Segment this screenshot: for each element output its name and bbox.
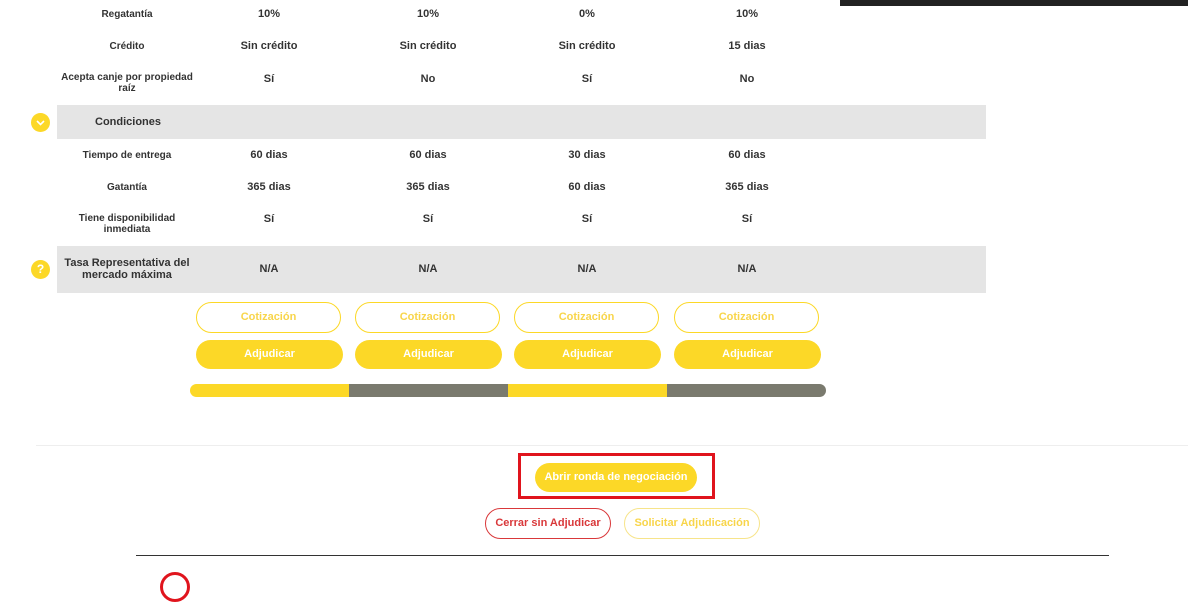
close-without-award-button[interactable]: Cerrar sin Adjudicar [485,508,611,539]
cell-value: 15 dias [728,40,766,52]
cell-value: No [739,73,755,85]
row-garantia: Gatantía 365 dias 365 dias 60 dias 365 d… [57,173,986,203]
cell-value: Sin crédito [399,40,457,52]
award-button[interactable]: Adjudicar [196,340,343,369]
row-label: Acepta canje por propiedad raíz [61,72,193,94]
status-segment [508,384,667,397]
cell-value: 60 dias [728,149,766,161]
question-icon[interactable]: ? [31,260,50,279]
status-segment [349,384,508,397]
cell-value: N/A [577,263,597,275]
cell-value: Sí [263,73,275,85]
quote-button[interactable]: Cotización [196,302,341,333]
row-label: Tiene disponibilidad inmediata [78,213,176,235]
cell-value: Sí [581,213,593,225]
award-button[interactable]: Adjudicar [674,340,821,369]
cell-value: 30 dias [568,149,606,161]
cell-value: Sin crédito [558,40,616,52]
status-segment [190,384,349,397]
chevron-down-icon[interactable] [31,113,50,132]
row-label: Gatantía [106,182,147,193]
cell-value: 10% [735,8,759,20]
award-button[interactable]: Adjudicar [514,340,661,369]
quote-button[interactable]: Cotización [674,302,819,333]
open-negotiation-round-button[interactable]: Abrir ronda de negociación [535,463,697,492]
cell-value: 365 dias [406,181,450,193]
cell-value: N/A [737,263,757,275]
row-label: Regatantía [101,9,153,20]
cell-value: 365 dias [247,181,291,193]
cell-value: Sí [581,73,593,85]
section-title: Condiciones [95,116,162,128]
cell-value: Sí [422,213,434,225]
row-label: Crédito [109,41,145,52]
divider [36,445,1188,446]
logo-icon [160,572,190,602]
status-segment [667,384,826,397]
cell-value: 10% [257,8,281,20]
cell-value: No [420,73,436,85]
row-disponibilidad: Tiene disponibilidad inmediata Sí Sí Sí … [57,205,986,243]
cell-value: N/A [418,263,438,275]
row-label: Tiempo de entrega [82,150,172,161]
cell-value: N/A [259,263,279,275]
conditions-header[interactable]: Condiciones [57,105,986,139]
cell-value: 60 dias [409,149,447,161]
cell-value: Sin crédito [240,40,298,52]
cell-value: 10% [416,8,440,20]
status-bar [190,384,826,397]
row-credito: Crédito Sin crédito Sin crédito Sin créd… [57,30,986,60]
cell-value: 60 dias [568,181,606,193]
cell-value: 365 dias [725,181,769,193]
row-label: Tasa Representativa del mercado máxima [64,257,190,281]
cell-value: Sí [741,213,753,225]
cell-value: 0% [579,8,595,20]
cell-value: 60 dias [250,149,288,161]
cell-value: Sí [263,213,275,225]
row-trm: Tasa Representativa del mercado máxima N… [57,246,986,293]
quote-button[interactable]: Cotización [355,302,500,333]
request-award-button[interactable]: Solicitar Adjudicación [624,508,760,539]
row-tiempo-entrega: Tiempo de entrega 60 dias 60 dias 30 dia… [57,141,986,171]
row-canje: Acepta canje por propiedad raíz Sí No Sí… [57,62,986,100]
quote-button[interactable]: Cotización [514,302,659,333]
row-regatantia: Regatantía 10% 10% 0% 10% [57,0,986,28]
award-button[interactable]: Adjudicar [355,340,502,369]
footer-divider [136,555,1109,556]
